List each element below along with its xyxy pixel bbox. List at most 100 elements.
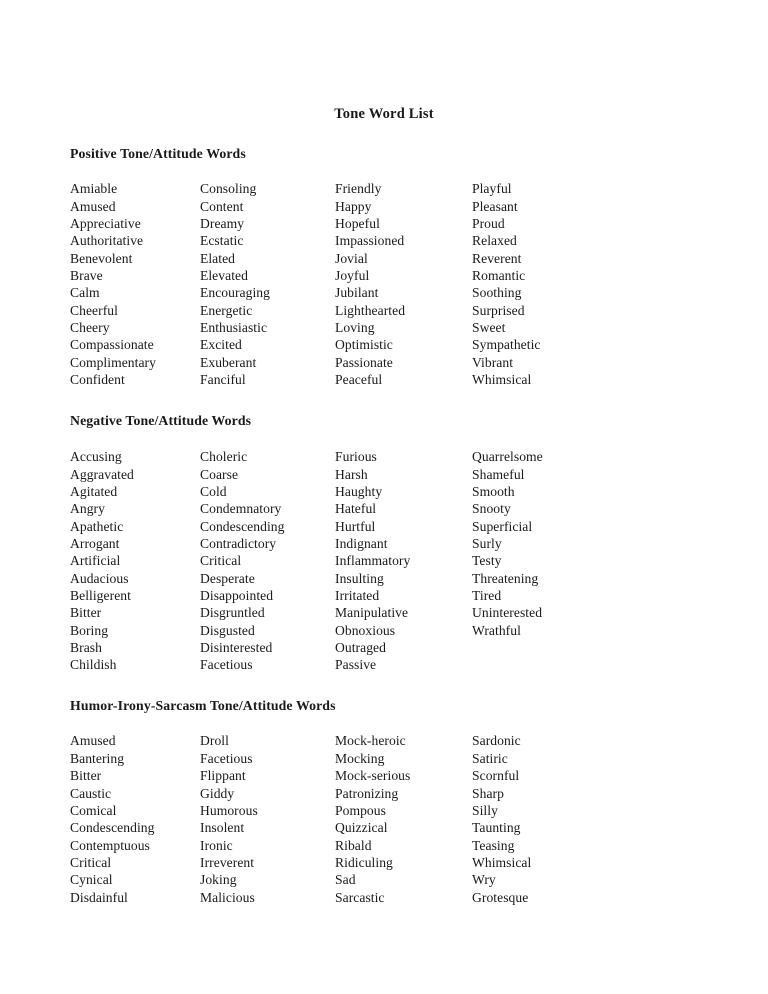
word-item: Artificial (70, 553, 121, 569)
word-item: Happy (335, 198, 372, 214)
word-item: Wry (472, 872, 496, 888)
word-item: Angry (70, 501, 105, 517)
word-column: Friendly Happy Hopeful Impassioned Jovial Joy… (335, 180, 472, 388)
word-item: Passionate (335, 354, 393, 370)
word-item: Sweet (472, 320, 506, 336)
word-item: Outraged (335, 640, 386, 655)
word-item: Confident (70, 372, 125, 388)
word-item: Dreamy (200, 215, 245, 231)
word-item: Cheerful (70, 302, 118, 318)
word-item: Mock-serious (335, 768, 411, 784)
word-item: Insolent (200, 820, 245, 836)
word-item: Ridiculing (335, 854, 393, 870)
word-item: Childish (70, 657, 117, 673)
word-item: Audacious (70, 570, 129, 586)
word-column: Droll Facetious Flippant Giddy Humorous Insol… (200, 732, 335, 905)
word-item: Wrathful (472, 622, 521, 638)
word-item: Smooth (472, 483, 515, 499)
word-item: Proud (472, 215, 505, 231)
word-item: Hurtful (335, 518, 376, 534)
word-item: Content (200, 198, 244, 214)
section-humor-irony-sarcasm: Humor-Irony-Sarcasm Tone/Attitude Words … (0, 697, 768, 906)
word-item: Tired (472, 587, 502, 603)
word-item: Furious (335, 449, 377, 465)
word-item: Inflammatory (335, 553, 411, 569)
word-item: Pompous (335, 802, 386, 818)
word-item: Impassioned (335, 233, 405, 249)
word-column: Accusing Aggravated Agitated Angry Apathetic… (70, 448, 200, 673)
word-item: Superficial (472, 518, 533, 534)
word-item: Disgusted (200, 622, 255, 638)
word-item: Disappointed (200, 587, 274, 603)
word-item: Grotesque (472, 889, 529, 905)
word-item: Quizzical (335, 820, 388, 836)
word-item: Silly (472, 802, 498, 818)
word-item: Belligerent (70, 587, 131, 603)
word-item: Indignant (335, 535, 388, 551)
word-item: Amused (70, 198, 116, 214)
word-item: Whimsical (472, 854, 532, 870)
word-item: Cheery (70, 320, 110, 336)
word-item: Boring (70, 622, 109, 638)
word-item: Whimsical (472, 372, 532, 388)
word-item: Elated (200, 250, 236, 266)
word-item: Facetious (200, 750, 253, 766)
word-item: Irritated (335, 587, 380, 603)
word-item: Choleric (200, 449, 248, 465)
word-item: Compassionate (70, 337, 154, 353)
word-item: Brash (70, 640, 102, 655)
word-item: Sympathetic (472, 337, 541, 353)
word-column: Playful Pleasant Proud Relaxed Reverent Roman… (472, 180, 632, 388)
word-item: Ironic (200, 837, 233, 853)
word-item: Coarse (200, 466, 239, 482)
page-title: Tone Word List (334, 106, 434, 122)
word-item: Enthusiastic (200, 320, 268, 336)
word-item: Snooty (472, 501, 511, 517)
section-header-humor-irony-sarcasm: Humor-Irony-Sarcasm Tone/Attitude Words (70, 697, 336, 713)
word-item: Loving (335, 320, 375, 336)
word-column: Mock-heroic Mocking Mock-serious Patronizin… (335, 732, 472, 905)
word-column: Consoling Content Dreamy Ecstatic Elated Elev… (200, 180, 335, 388)
section-positive: Positive Tone/Attitude Words Amiable Amus… (0, 146, 768, 389)
word-item: Obnoxious (335, 622, 396, 638)
word-item: Excited (200, 337, 242, 353)
word-item: Playful (472, 181, 512, 197)
word-item: Taunting (472, 820, 521, 836)
word-item: Reverent (472, 250, 522, 266)
document-page: Tone Word List Positive Tone/Attitude Wo… (0, 0, 768, 994)
word-item: Jubilant (335, 285, 379, 301)
word-item: Satiric (472, 750, 508, 766)
word-item: Sarcastic (335, 889, 385, 905)
word-item: Caustic (70, 785, 112, 801)
word-item: Authoritative (70, 233, 144, 249)
word-item: Bitter (70, 605, 102, 621)
word-column: Choleric Coarse Cold Condemnatory Condescend… (200, 448, 335, 673)
word-item: Exuberant (200, 354, 257, 370)
word-item: Agitated (70, 483, 118, 499)
word-item: Critical (70, 854, 112, 870)
word-item: Joking (200, 872, 237, 888)
word-item: Sardonic (472, 733, 521, 749)
word-item: Manipulative (335, 605, 409, 621)
word-item: Disgruntled (200, 605, 265, 621)
word-item: Shameful (472, 466, 525, 482)
word-item: Ribald (335, 837, 372, 853)
word-item: Insulting (335, 570, 384, 586)
word-item: Uninterested (472, 605, 543, 621)
section-header-negative: Negative Tone/Attitude Words (70, 413, 252, 429)
word-item: Pleasant (472, 198, 518, 214)
word-item: Mocking (335, 750, 385, 766)
word-item: Hopeful (335, 215, 380, 231)
word-item: Soothing (472, 285, 522, 301)
word-item: Irreverent (200, 854, 255, 870)
word-item: Lighthearted (335, 302, 406, 318)
word-item: Condescending (200, 518, 285, 534)
word-item: Comical (70, 802, 117, 818)
word-item: Mock-heroic (335, 733, 406, 749)
word-item: Amiable (70, 181, 118, 197)
word-item: Critical (200, 553, 242, 569)
word-item: Fanciful (200, 372, 246, 388)
word-item: Jovial (335, 250, 368, 266)
word-item: Bantering (70, 750, 125, 766)
word-item: Quarrelsome (472, 449, 543, 465)
